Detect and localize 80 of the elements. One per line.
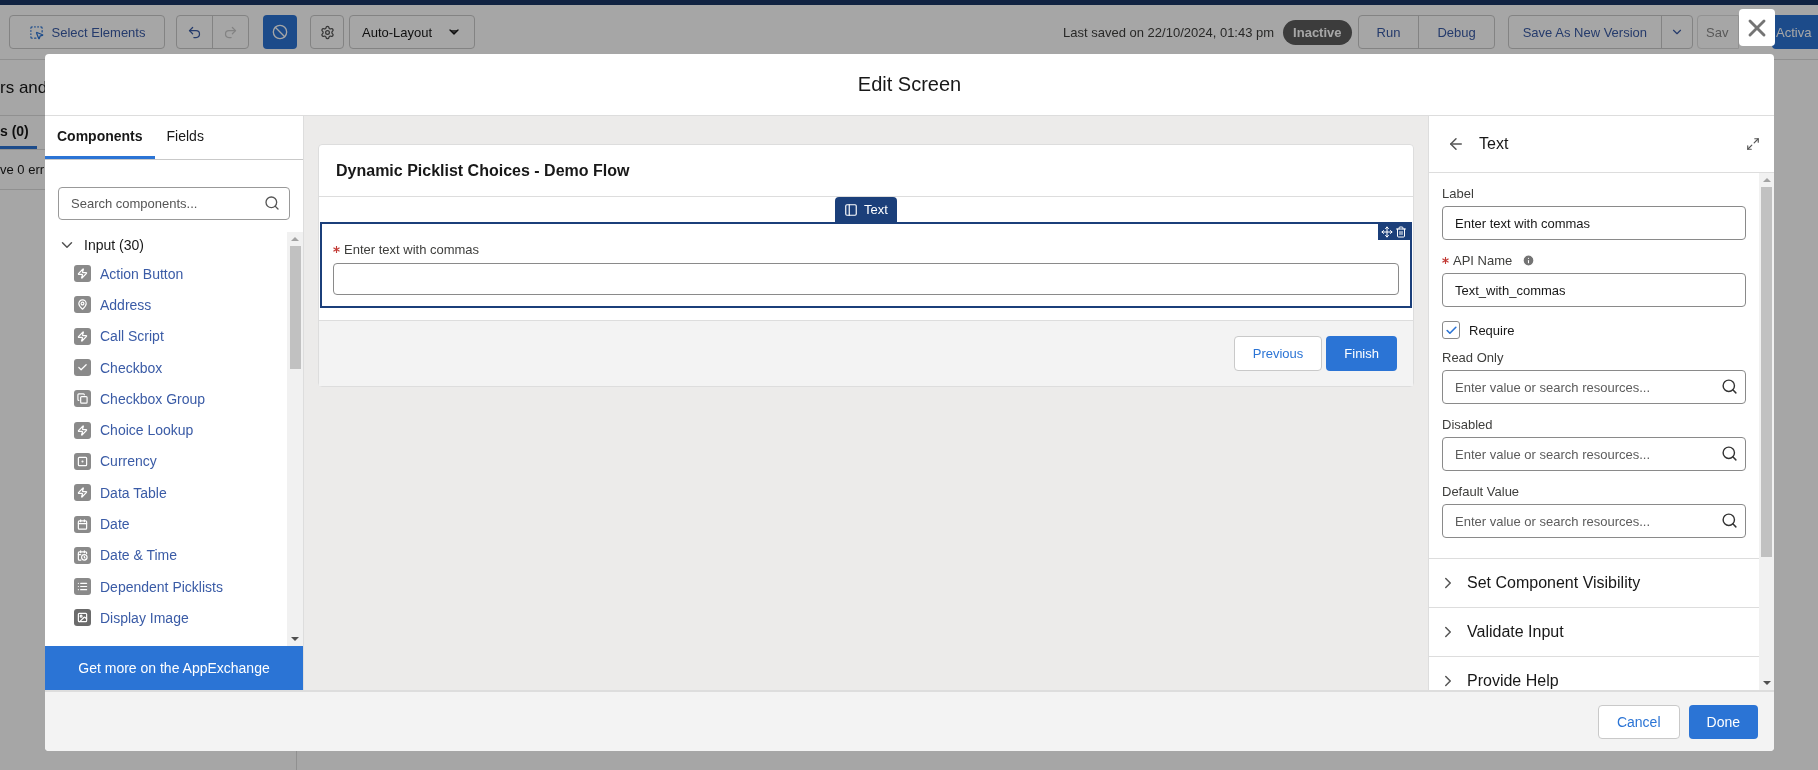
search-icon xyxy=(1721,512,1738,529)
circle-slash-icon xyxy=(272,24,288,40)
component-item[interactable]: Data Table xyxy=(100,484,167,501)
check-icon xyxy=(1444,323,1458,337)
expand-icon[interactable] xyxy=(1746,137,1760,151)
last-saved-text: Last saved on 22/10/2024, 01:43 pm xyxy=(1063,24,1275,40)
done-button[interactable]: Done xyxy=(1688,704,1758,739)
delete-icon[interactable] xyxy=(1395,226,1407,238)
field-label: Disabled xyxy=(1442,416,1494,433)
activate-button[interactable]: Activa xyxy=(1772,15,1818,49)
checkbox-label: Require xyxy=(1469,322,1515,338)
resource-field[interactable]: Enter value or search resources... xyxy=(1442,437,1746,471)
close-button[interactable] xyxy=(1739,9,1775,46)
field-label: Label xyxy=(1442,185,1475,202)
toggle-button[interactable] xyxy=(263,15,297,49)
api-name-field[interactable]: Text_with_commas xyxy=(1442,273,1746,307)
component-item[interactable]: Call Script xyxy=(100,328,164,345)
group-header[interactable]: Input (30) xyxy=(58,232,144,258)
redo-icon xyxy=(223,24,238,40)
panel-icon xyxy=(844,202,859,217)
settings-icon xyxy=(319,24,335,40)
text-input[interactable] xyxy=(333,263,1399,295)
component-item[interactable]: Date & Time xyxy=(100,547,178,564)
component-item[interactable]: Checkbox Group xyxy=(100,390,206,407)
calendar-icon xyxy=(74,515,91,533)
layout-dropdown[interactable]: Auto-Layout xyxy=(349,15,475,49)
check-icon xyxy=(74,359,91,377)
calendar-clock-icon xyxy=(74,546,91,564)
component-item[interactable]: Checkbox xyxy=(100,359,163,376)
search-icon xyxy=(264,195,280,211)
back-icon[interactable] xyxy=(1447,135,1465,153)
search-icon xyxy=(1721,378,1738,395)
bolt-icon xyxy=(74,484,91,502)
image-icon xyxy=(74,609,91,627)
resource-field[interactable]: Enter value or search resources... xyxy=(1442,504,1746,538)
appexchange-link[interactable]: Get more on the AppExchange xyxy=(45,646,303,690)
screen-title: Dynamic Picklist Choices - Demo Flow xyxy=(319,145,1413,197)
tag-label: Text xyxy=(864,202,888,217)
selected-component-frame[interactable]: Enter text with commas xyxy=(320,222,1412,308)
palette-tab[interactable]: Components xyxy=(45,116,155,159)
search-icon xyxy=(1721,445,1738,462)
pin-icon xyxy=(74,296,91,314)
list-icon xyxy=(74,578,91,596)
component-item[interactable]: Dependent Picklists xyxy=(100,578,223,595)
component-item[interactable]: Display Image xyxy=(100,609,189,626)
settings-button[interactable] xyxy=(310,15,344,49)
field-label: Enter text with commas xyxy=(344,242,480,257)
cancel-button[interactable]: Cancel xyxy=(1597,704,1680,739)
resource-field[interactable]: Enter value or search resources... xyxy=(1442,370,1746,404)
panel-tab[interactable]: s (0) xyxy=(0,116,37,149)
finish-button[interactable]: Finish xyxy=(1326,336,1397,371)
select-elements-button[interactable]: Select Elements xyxy=(9,15,165,49)
search-field[interactable]: Search components... xyxy=(58,187,290,220)
component-item[interactable]: Date xyxy=(100,516,130,532)
panel-title: Text xyxy=(1479,135,1510,153)
stacked-squares-icon xyxy=(74,390,91,408)
component-item[interactable]: Choice Lookup xyxy=(100,422,194,439)
previous-button[interactable]: Previous xyxy=(1233,336,1323,371)
component-item[interactable]: Currency xyxy=(100,453,157,470)
square-icon xyxy=(74,452,91,470)
select-icon xyxy=(28,24,44,40)
status-badge: Inactive xyxy=(1283,19,1352,45)
undo-icon xyxy=(187,24,202,40)
bolt-icon xyxy=(74,421,91,439)
field-label: Read Only xyxy=(1442,349,1505,366)
label-field[interactable]: Enter text with commas xyxy=(1442,206,1746,240)
checkbox[interactable] xyxy=(1442,321,1460,339)
scrollbar[interactable] xyxy=(1759,173,1774,690)
move-icon[interactable] xyxy=(1381,226,1393,238)
run-button[interactable]: Debug xyxy=(1418,16,1494,48)
bolt-icon xyxy=(74,265,91,283)
field-label: API Name xyxy=(1453,253,1513,268)
bolt-icon xyxy=(74,327,91,345)
field-label: Default Value xyxy=(1442,483,1521,500)
run-button[interactable]: Run xyxy=(1358,16,1419,48)
scrollbar[interactable] xyxy=(287,232,303,646)
component-item[interactable]: Address xyxy=(100,296,152,313)
component-item[interactable]: Action Button xyxy=(100,265,184,282)
section-header[interactable]: Provide Help xyxy=(1429,656,1759,690)
info-icon[interactable] xyxy=(1522,254,1536,267)
